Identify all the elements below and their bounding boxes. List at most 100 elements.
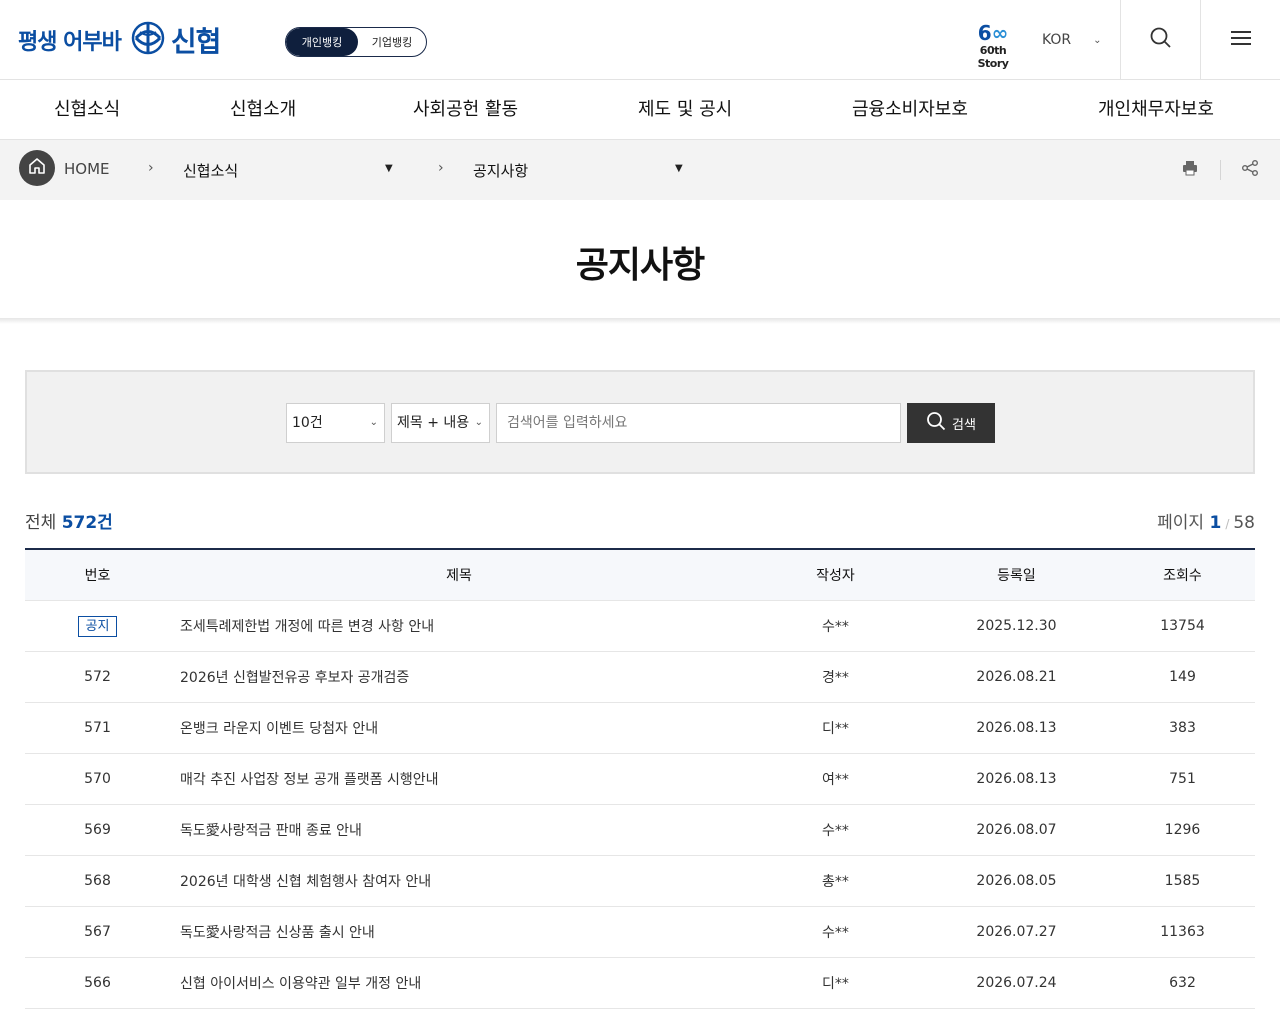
row-date: 2026.07.27 bbox=[976, 924, 1057, 940]
caret-down-icon: ▼ bbox=[675, 163, 683, 174]
row-date: 2026.08.13 bbox=[976, 720, 1057, 736]
row-writer: 수** bbox=[822, 925, 849, 941]
row-title-link[interactable]: 2026년 대학생 신협 체험행사 참여자 안내 bbox=[170, 871, 748, 891]
notice-table: 번호 제목 작성자 등록일 조회수 공지 조세특례제한법 개정에 따른 변경 사… bbox=[25, 548, 1255, 1009]
total-label: 전체 bbox=[25, 513, 57, 533]
row-views: 383 bbox=[1169, 720, 1196, 736]
column-header-title: 제목 bbox=[446, 568, 472, 584]
search-submit-button[interactable]: 검색 bbox=[907, 403, 995, 443]
column-header-date: 등록일 bbox=[997, 568, 1036, 584]
logo-brand-name: 신협 bbox=[170, 25, 222, 58]
total-count-value: 572건 bbox=[61, 513, 113, 533]
search-field-select[interactable]: 제목 + 내용 ⌄ bbox=[391, 403, 490, 443]
row-views: 149 bbox=[1169, 669, 1196, 685]
total-pages: 58 bbox=[1233, 513, 1255, 533]
language-selector[interactable]: KOR ⌄ bbox=[1042, 32, 1102, 48]
row-views: 632 bbox=[1169, 975, 1196, 991]
row-views: 1296 bbox=[1164, 822, 1201, 838]
60th-story-link[interactable]: 6∞ 60th Story bbox=[964, 21, 1022, 70]
row-number: 570 bbox=[84, 771, 111, 787]
breadcrumb-level2-select[interactable]: 공지사항 bbox=[473, 160, 528, 181]
search-icon bbox=[926, 411, 946, 435]
row-title-link[interactable]: 매각 추진 사업장 정보 공개 플랫폼 시행안내 bbox=[170, 769, 748, 789]
search-button[interactable] bbox=[1120, 0, 1200, 80]
nav-item-consumer-protection[interactable]: 금융소비자보호 bbox=[852, 80, 968, 140]
caret-down-icon: ▼ bbox=[385, 163, 393, 174]
table-row[interactable]: 569 독도愛사랑적금 판매 종료 안내 수** 2026.08.07 1296 bbox=[25, 805, 1255, 856]
row-views: 751 bbox=[1169, 771, 1196, 787]
page-title: 공지사항 bbox=[575, 245, 705, 286]
nav-item-social-contribution[interactable]: 사회공헌 활동 bbox=[413, 80, 518, 140]
nav-item-debtor-protection[interactable]: 개인채무자보호 bbox=[1098, 80, 1214, 140]
row-writer: 경** bbox=[822, 670, 849, 686]
row-writer: 디** bbox=[822, 976, 849, 992]
page-size-select[interactable]: 10건 ⌄ bbox=[286, 403, 385, 443]
row-writer: 디** bbox=[822, 721, 849, 737]
search-button-label: 검색 bbox=[952, 417, 976, 433]
breadcrumb-home[interactable]: HOME bbox=[64, 160, 110, 178]
main-navigation: 신협소식 신협소개 사회공헌 활동 제도 및 공시 금융소비자보호 개인채무자보… bbox=[0, 80, 1280, 140]
nav-item-disclosure[interactable]: 제도 및 공시 bbox=[638, 80, 732, 140]
chevron-right-icon: › bbox=[438, 160, 444, 176]
row-writer: 수** bbox=[822, 619, 849, 635]
share-button[interactable] bbox=[1240, 160, 1260, 180]
row-views: 1585 bbox=[1164, 873, 1201, 889]
table-row[interactable]: 570 매각 추진 사업장 정보 공개 플랫폼 시행안내 여** 2026.08… bbox=[25, 754, 1255, 805]
share-icon bbox=[1241, 159, 1259, 181]
table-row[interactable]: 567 독도愛사랑적금 신상품 출시 안내 수** 2026.07.27 113… bbox=[25, 907, 1255, 958]
row-title-link[interactable]: 온뱅크 라운지 이벤트 당첨자 안내 bbox=[170, 718, 748, 738]
hamburger-menu-icon bbox=[1230, 29, 1252, 51]
site-logo[interactable]: 평생 어부바 신협 bbox=[18, 21, 222, 58]
row-title-link[interactable]: 독도愛사랑적금 신상품 출시 안내 bbox=[170, 922, 748, 942]
chevron-right-icon: › bbox=[148, 160, 154, 176]
search-input[interactable] bbox=[496, 403, 901, 443]
row-number: 567 bbox=[84, 924, 111, 940]
row-writer: 수** bbox=[822, 823, 849, 839]
row-title-link[interactable]: 독도愛사랑적금 판매 종료 안내 bbox=[170, 820, 748, 840]
row-date: 2026.07.24 bbox=[976, 975, 1057, 991]
row-title-link[interactable]: 조세특례제한법 개정에 따른 변경 사항 안내 bbox=[170, 616, 748, 636]
search-field-value: 제목 + 내용 bbox=[397, 415, 470, 431]
table-row[interactable]: 공지 조세특례제한법 개정에 따른 변경 사항 안내 수** 2025.12.3… bbox=[25, 601, 1255, 652]
table-row[interactable]: 568 2026년 대학생 신협 체험행사 참여자 안내 총** 2026.08… bbox=[25, 856, 1255, 907]
row-date: 2026.08.07 bbox=[976, 822, 1057, 838]
row-title-link[interactable]: 신협 아이서비스 이용약관 일부 개정 안내 bbox=[170, 973, 748, 993]
row-number: 569 bbox=[84, 822, 111, 838]
table-row[interactable]: 566 신협 아이서비스 이용약관 일부 개정 안내 디** 2026.07.2… bbox=[25, 958, 1255, 1009]
page-size-value: 10건 bbox=[292, 415, 323, 431]
banking-type-toggle: 개인뱅킹 기업뱅킹 bbox=[285, 27, 427, 57]
row-number: 568 bbox=[84, 873, 111, 889]
breadcrumb-level1-select[interactable]: 신협소식 bbox=[183, 160, 238, 181]
print-icon bbox=[1181, 159, 1199, 181]
row-number: 공지 bbox=[25, 615, 170, 637]
menu-button[interactable] bbox=[1200, 0, 1280, 80]
toggle-personal-banking[interactable]: 개인뱅킹 bbox=[286, 28, 358, 56]
row-views: 11363 bbox=[1160, 924, 1205, 940]
column-header-views: 조회수 bbox=[1163, 568, 1202, 584]
row-title-link[interactable]: 2026년 신협발전유공 후보자 공개검증 bbox=[170, 667, 748, 687]
print-button[interactable] bbox=[1180, 160, 1200, 180]
home-button[interactable] bbox=[19, 150, 55, 186]
notice-badge: 공지 bbox=[77, 615, 118, 637]
row-date: 2026.08.13 bbox=[976, 771, 1057, 787]
current-page: 1 bbox=[1209, 513, 1222, 533]
page-label: 페이지 bbox=[1157, 513, 1205, 533]
60th-emblem-icon: 6∞ bbox=[977, 21, 1009, 45]
row-date: 2025.12.30 bbox=[976, 618, 1057, 634]
nav-item-news[interactable]: 신협소식 bbox=[54, 80, 120, 140]
row-writer: 총** bbox=[822, 874, 849, 890]
toggle-business-banking[interactable]: 기업뱅킹 bbox=[358, 28, 426, 56]
table-row[interactable]: 571 온뱅크 라운지 이벤트 당첨자 안내 디** 2026.08.13 38… bbox=[25, 703, 1255, 754]
table-row[interactable]: 572 2026년 신협발전유공 후보자 공개검증 경** 2026.08.21… bbox=[25, 652, 1255, 703]
60th-story-label: 60th Story bbox=[977, 44, 1009, 70]
nav-item-about[interactable]: 신협소개 bbox=[230, 80, 296, 140]
table-header-row: 번호 제목 작성자 등록일 조회수 bbox=[25, 550, 1255, 601]
row-number: 566 bbox=[84, 975, 111, 991]
row-number: 572 bbox=[84, 669, 111, 685]
title-divider bbox=[0, 318, 1280, 324]
chevron-down-icon: ⌄ bbox=[1093, 34, 1102, 46]
row-writer: 여** bbox=[822, 772, 849, 788]
search-icon bbox=[1149, 26, 1173, 54]
logo-slogan: 평생 어부바 bbox=[18, 30, 122, 55]
home-icon bbox=[28, 157, 46, 179]
